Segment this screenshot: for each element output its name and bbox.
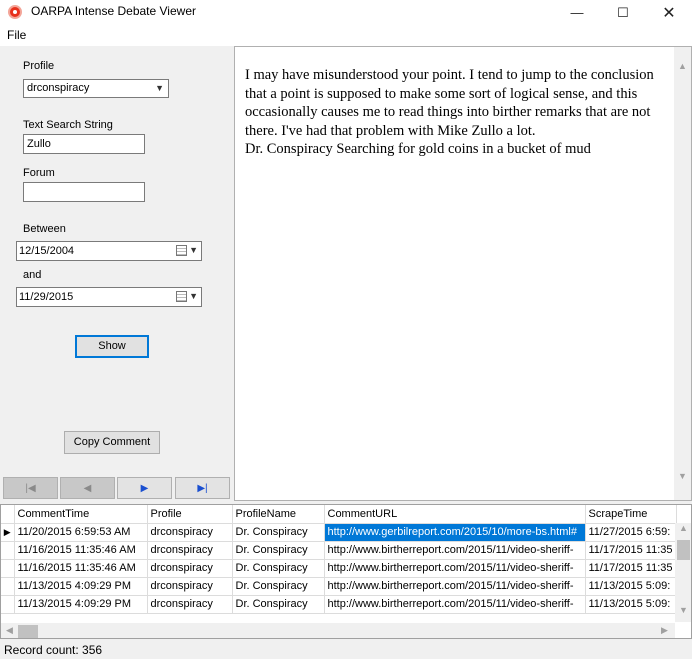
window-title: OARPA Intense Debate Viewer [31, 4, 196, 18]
scroll-right-icon[interactable]: ▶ [656, 625, 673, 638]
comment-text: I may have misunderstood your point. I t… [245, 66, 663, 159]
column-header[interactable]: ProfileName [232, 505, 325, 524]
scroll-up-icon[interactable]: ▲ [674, 61, 691, 78]
status-bar: Record count: 356 [0, 641, 692, 659]
maximize-button[interactable]: ☐ [600, 0, 646, 25]
grid-cell[interactable]: http://www.birtherreport.com/2015/11/vid… [324, 577, 586, 596]
scroll-down-icon[interactable]: ▼ [675, 605, 691, 622]
close-button[interactable]: ✕ [646, 0, 692, 25]
comment-body: I may have misunderstood your point. I t… [245, 67, 654, 139]
row-header[interactable] [1, 595, 15, 614]
grid-cell[interactable]: drconspiracy [147, 541, 233, 560]
start-date-value: 12/15/2004 [19, 245, 75, 257]
row-header[interactable] [1, 541, 15, 560]
end-date-picker[interactable]: 11/29/2015 ▼ [16, 287, 202, 307]
grid-cell[interactable]: 11/16/2015 11:35:46 AM [14, 541, 148, 560]
grid-vertical-scrollbar[interactable]: ▲ ▼ [675, 523, 691, 622]
grid-cell[interactable]: 11/16/2015 11:35:46 AM [14, 559, 148, 578]
grid-horizontal-scrollbar[interactable]: ◀ ▶ [1, 623, 675, 638]
grid-cell[interactable]: Dr. Conspiracy [232, 559, 325, 578]
search-label: Text Search String [23, 119, 113, 131]
grid-header-row: CommentTime Profile ProfileName CommentU… [1, 505, 677, 524]
copy-comment-button[interactable]: Copy Comment [64, 431, 160, 454]
grid-cell[interactable]: drconspiracy [147, 523, 233, 542]
app-icon [8, 5, 22, 19]
table-row[interactable]: 11/13/2015 4:09:29 PM drconspiracy Dr. C… [1, 595, 677, 614]
grid-cell[interactable]: Dr. Conspiracy [232, 577, 325, 596]
comment-scrollbar[interactable]: ▲ ▼ [674, 47, 691, 500]
grid-cell[interactable]: 11/27/2015 6:59: [585, 523, 677, 542]
last-record-button[interactable]: ▶| [175, 477, 230, 499]
menu-file[interactable]: File [7, 28, 26, 42]
grid-cell[interactable]: http://www.birtherreport.com/2015/11/vid… [324, 541, 586, 560]
chevron-down-icon[interactable]: ▼ [189, 245, 198, 255]
column-header[interactable]: ScrapeTime [585, 505, 677, 524]
grid-cell[interactable]: Dr. Conspiracy [232, 541, 325, 560]
next-record-button[interactable]: ▶ [117, 477, 172, 499]
grid-cell[interactable]: Dr. Conspiracy [232, 595, 325, 614]
record-navigator: |◀ ◀ ▶ ▶| [0, 477, 233, 501]
column-header[interactable]: CommentTime [14, 505, 148, 524]
column-header[interactable]: Profile [147, 505, 233, 524]
end-date-value: 11/29/2015 [19, 291, 74, 303]
grid-cell[interactable]: Dr. Conspiracy [232, 523, 325, 542]
row-header-corner [1, 505, 15, 524]
scrollbar-thumb[interactable] [18, 625, 38, 638]
row-header[interactable] [1, 559, 15, 578]
show-button[interactable]: Show [75, 335, 149, 358]
search-input[interactable]: Zullo [23, 134, 145, 154]
chevron-down-icon: ▼ [155, 83, 164, 93]
record-count: Record count: 356 [4, 643, 103, 657]
menu-bar: File [0, 25, 692, 46]
forum-input[interactable] [23, 182, 145, 202]
scrollbar-thumb[interactable] [677, 540, 690, 560]
filter-panel: Profile drconspiracy ▼ Text Search Strin… [0, 46, 233, 501]
and-label: and [23, 269, 42, 281]
first-record-button[interactable]: |◀ [3, 477, 58, 499]
scroll-down-icon[interactable]: ▼ [674, 471, 691, 488]
scroll-up-icon[interactable]: ▲ [675, 523, 691, 540]
grid-cell[interactable]: http://www.birtherreport.com/2015/11/vid… [324, 595, 586, 614]
grid-cell[interactable]: drconspiracy [147, 577, 233, 596]
comments-grid[interactable]: CommentTime Profile ProfileName CommentU… [0, 504, 692, 639]
title-bar: OARPA Intense Debate Viewer — ☐ ✕ [0, 0, 692, 25]
table-row[interactable]: 11/16/2015 11:35:46 AM drconspiracy Dr. … [1, 541, 677, 560]
grid-cell[interactable]: 11/13/2015 5:09: [585, 577, 677, 596]
grid-cell[interactable]: 11/13/2015 4:09:29 PM [14, 577, 148, 596]
comment-viewer[interactable]: I may have misunderstood your point. I t… [234, 46, 692, 501]
table-row[interactable]: ▶ 11/20/2015 6:59:53 AM drconspiracy Dr.… [1, 523, 677, 542]
between-label: Between [23, 223, 66, 235]
profile-label: Profile [23, 60, 55, 72]
grid-cell[interactable]: 11/13/2015 5:09: [585, 595, 677, 614]
grid-cell[interactable]: 11/20/2015 6:59:53 AM [14, 523, 148, 542]
start-date-picker[interactable]: 12/15/2004 ▼ [16, 241, 202, 261]
scroll-left-icon[interactable]: ◀ [1, 625, 18, 638]
column-header[interactable]: CommentURL [324, 505, 586, 524]
grid-cell[interactable]: 11/17/2015 11:35 [585, 541, 677, 560]
grid-cell[interactable]: 11/13/2015 4:09:29 PM [14, 595, 148, 614]
selected-grid-cell[interactable]: http://www.gerbilreport.com/2015/10/more… [324, 523, 586, 542]
current-row-indicator-icon: ▶ [1, 523, 15, 542]
previous-record-button[interactable]: ◀ [60, 477, 115, 499]
chevron-down-icon[interactable]: ▼ [189, 291, 198, 301]
table-row[interactable]: 11/13/2015 4:09:29 PM drconspiracy Dr. C… [1, 577, 677, 596]
comment-signature: Dr. Conspiracy Searching for gold coins … [245, 141, 591, 157]
grid-cell[interactable]: drconspiracy [147, 595, 233, 614]
forum-label: Forum [23, 167, 55, 179]
grid-cell[interactable]: drconspiracy [147, 559, 233, 578]
profile-select-value: drconspiracy [27, 82, 90, 94]
calendar-icon[interactable] [176, 291, 187, 302]
minimize-button[interactable]: — [554, 0, 600, 25]
calendar-icon[interactable] [176, 245, 187, 256]
row-header[interactable] [1, 577, 15, 596]
grid-cell[interactable]: 11/17/2015 11:35 [585, 559, 677, 578]
profile-select[interactable]: drconspiracy ▼ [23, 79, 169, 98]
grid-cell[interactable]: http://www.birtherreport.com/2015/11/vid… [324, 559, 586, 578]
table-row[interactable]: 11/16/2015 11:35:46 AM drconspiracy Dr. … [1, 559, 677, 578]
